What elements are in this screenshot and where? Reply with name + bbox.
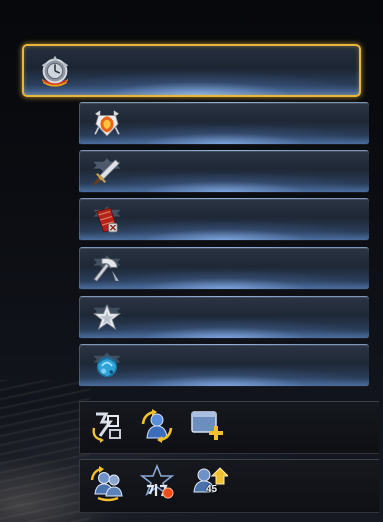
rank-star-icon (139, 464, 175, 499)
silver-star-icon (90, 301, 124, 335)
dagger-icon (90, 155, 124, 189)
menu-row-all[interactable] (22, 44, 361, 97)
rename-button[interactable] (88, 408, 126, 444)
red-scroll-icon (90, 203, 124, 237)
swap-character-icon (90, 466, 123, 502)
toolbar-panel-bottom: 45 (79, 459, 379, 513)
menu-row-fire-armor[interactable] (79, 102, 369, 145)
menu-row-gem[interactable] (79, 344, 369, 387)
toolbar-panel-top (79, 401, 379, 454)
rank-star-button[interactable] (138, 464, 176, 500)
blue-gem-icon (90, 349, 124, 383)
character-refresh-button[interactable] (138, 408, 176, 444)
menu-row-craft[interactable] (79, 247, 369, 290)
character-refresh-icon (141, 409, 173, 443)
menu-row-weapon[interactable] (79, 150, 369, 193)
menu-row-star[interactable] (79, 296, 369, 339)
add-window-icon (191, 411, 223, 440)
level-up-button[interactable]: 45 (190, 464, 228, 500)
swap-character-button[interactable] (88, 466, 126, 502)
add-window-button[interactable] (188, 408, 226, 444)
level-badge: 45 (206, 484, 218, 495)
flame-armor-icon (90, 107, 124, 141)
compass-clock-icon (36, 52, 74, 90)
hammer-icon (90, 252, 124, 286)
rename-icon (92, 412, 121, 443)
game-menu-screen: 45 (0, 0, 383, 522)
menu-row-scroll[interactable] (79, 198, 369, 241)
